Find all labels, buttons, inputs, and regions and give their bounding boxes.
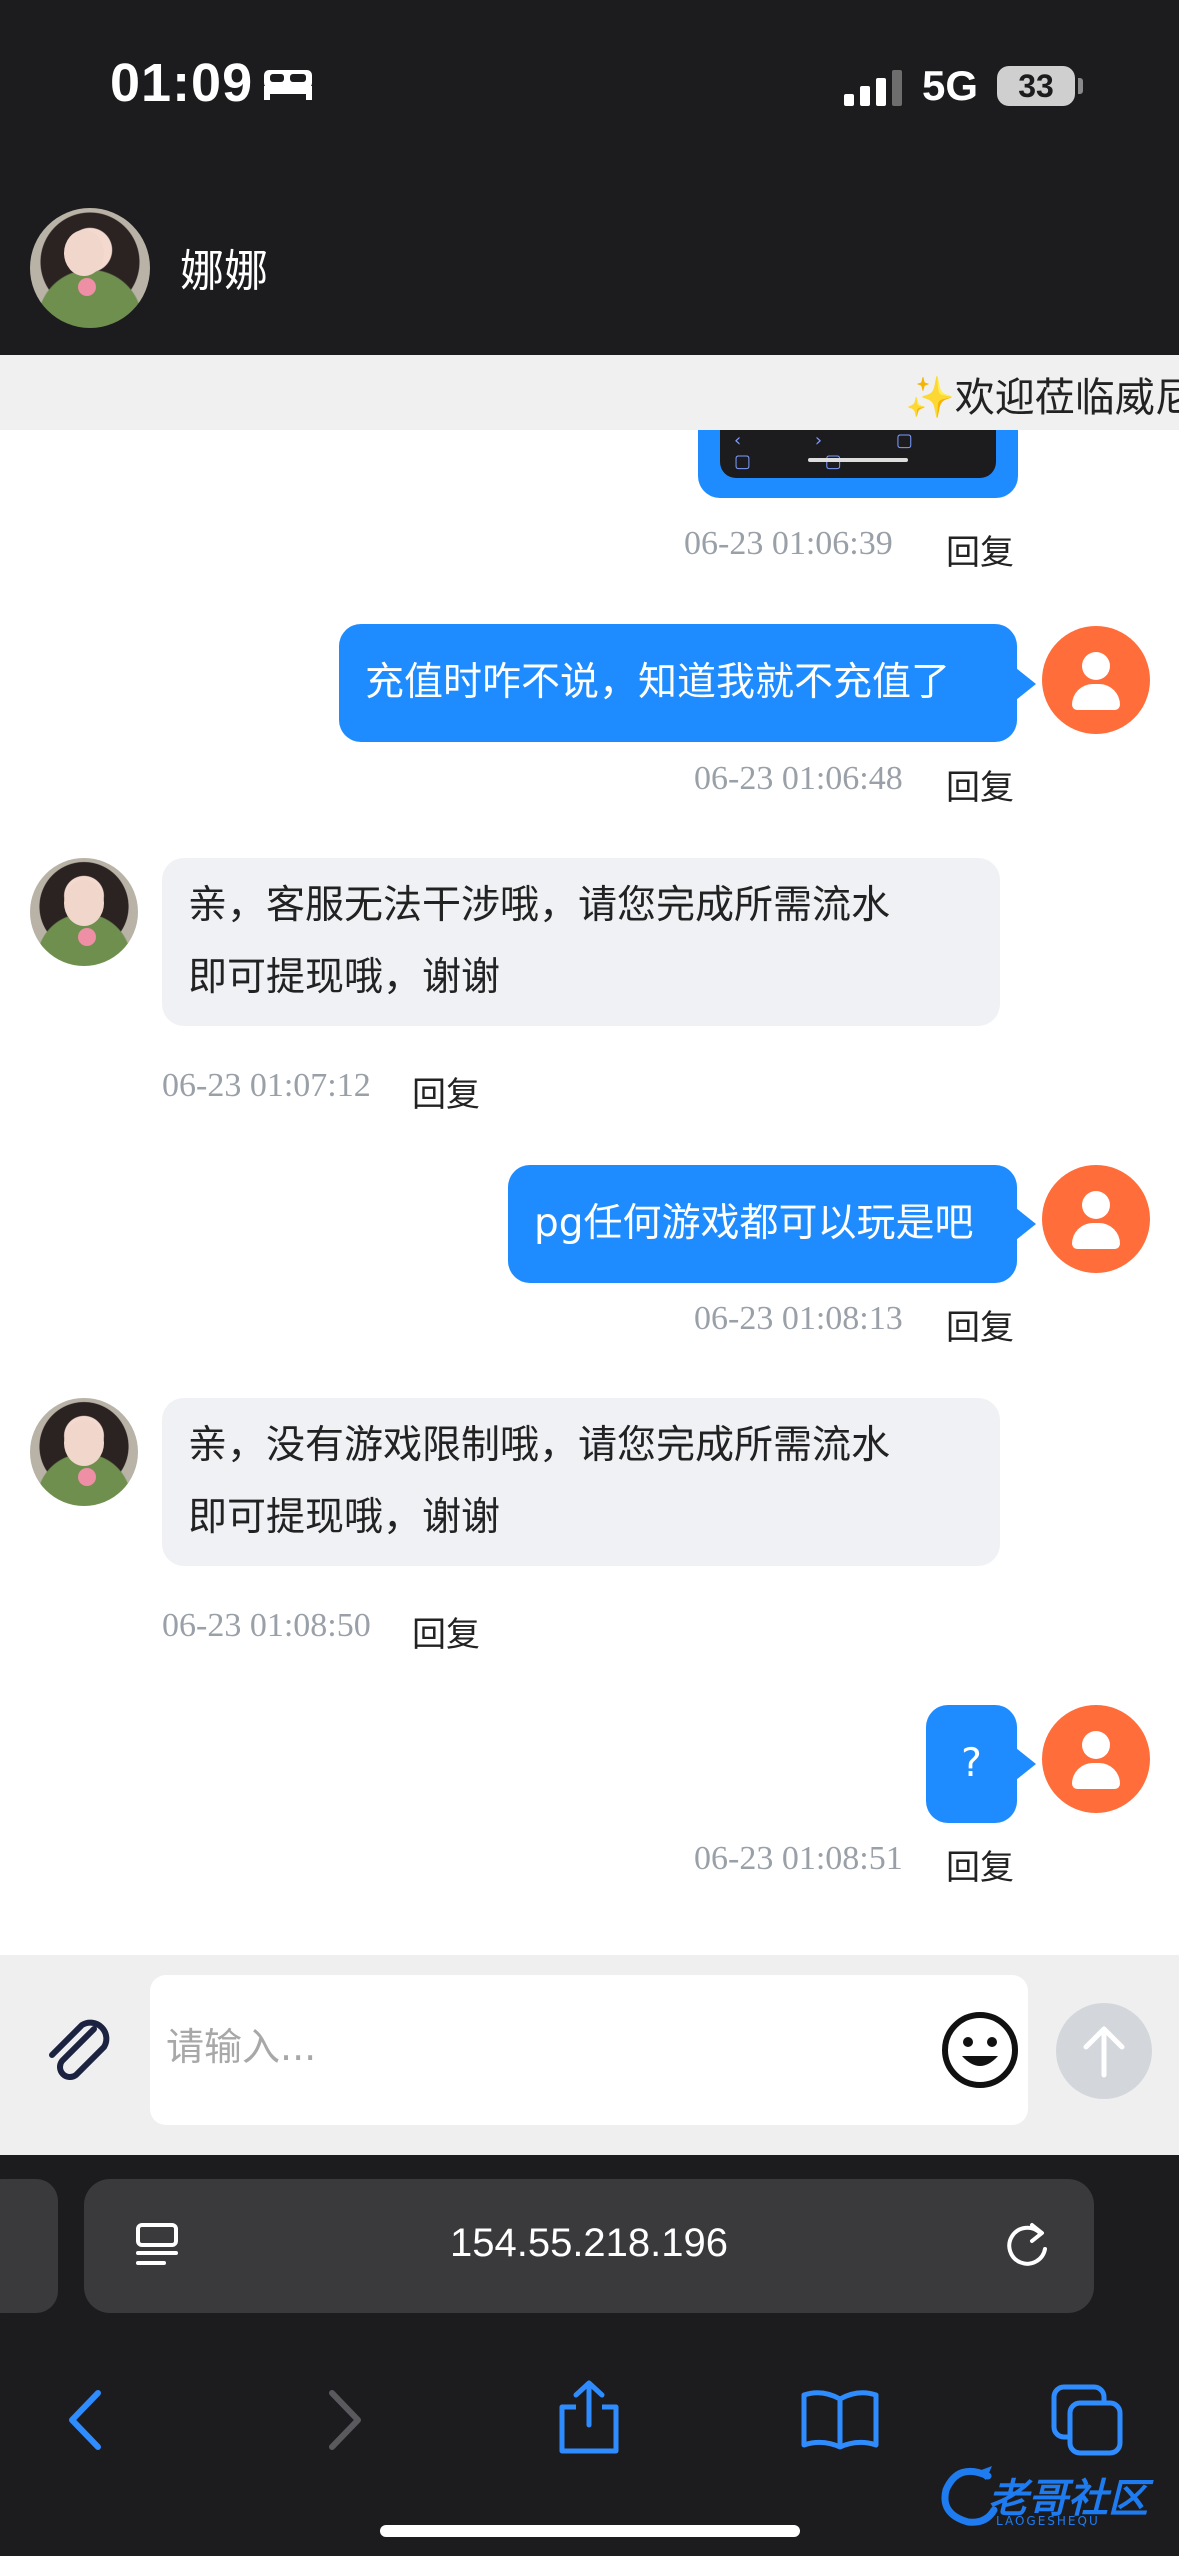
user-avatar[interactable] xyxy=(1042,626,1150,734)
message-timestamp: 06-23 01:06:39 xyxy=(684,525,893,562)
forward-icon[interactable] xyxy=(318,2385,368,2455)
bubble-tail xyxy=(1016,668,1036,700)
home-indicator[interactable] xyxy=(380,2525,800,2537)
message-timestamp: 06-23 01:07:12 xyxy=(162,1067,371,1104)
outgoing-message[interactable]: pg任何游戏都可以玩是吧 xyxy=(508,1165,1017,1283)
signal-icon xyxy=(844,70,902,106)
message-list[interactable]: ‹ › ▢ ▢ ▢ 06-23 01:06:39 回复 充值时咋不说，知道我就不… xyxy=(0,430,1179,1955)
contact-name: 娜娜 xyxy=(180,246,268,297)
message-timestamp: 06-23 01:08:51 xyxy=(694,1840,903,1877)
announcement-marquee: ✨欢迎莅临威尼 xyxy=(0,355,1179,430)
message-input-box[interactable] xyxy=(150,1975,1028,2125)
arrow-up-icon xyxy=(1083,2026,1125,2078)
user-avatar[interactable] xyxy=(1042,1705,1150,1813)
contact-avatar[interactable] xyxy=(30,858,138,966)
share-icon[interactable] xyxy=(554,2377,624,2457)
clock: 01:09 xyxy=(110,53,254,113)
bookmarks-icon[interactable] xyxy=(800,2387,880,2453)
reply-button[interactable]: 回复 xyxy=(412,1607,480,1656)
emoji-icon[interactable] xyxy=(940,2010,1020,2090)
message-timestamp: 06-23 01:08:13 xyxy=(694,1300,903,1337)
battery-cap xyxy=(1078,78,1083,94)
message-timestamp: 06-23 01:06:48 xyxy=(694,760,903,797)
message-text: 充值时咋不说，知道我就不充值了 xyxy=(365,660,951,705)
url-text: 154.55.218.196 xyxy=(449,2221,729,2265)
message-text-line: 亲，客服无法干涉哦，请您完成所需流水 xyxy=(188,883,891,928)
contact-avatar[interactable] xyxy=(30,1398,138,1506)
message-input[interactable] xyxy=(164,2011,904,2083)
battery-icon: 33 xyxy=(997,66,1075,106)
contact-avatar[interactable] xyxy=(30,208,150,328)
composer xyxy=(0,1955,1179,2155)
bubble-tail xyxy=(1016,1748,1036,1780)
reply-button[interactable]: 回复 xyxy=(946,1840,1014,1889)
browser-chrome: 154.55.218.196 老哥社区 LAOGESHEQU xyxy=(0,2155,1179,2556)
message-timestamp: 06-23 01:08:50 xyxy=(162,1607,371,1644)
back-icon[interactable] xyxy=(62,2385,112,2455)
bubble-tail xyxy=(1016,1208,1036,1240)
reply-button[interactable]: 回复 xyxy=(412,1067,480,1116)
previous-tab-peek[interactable] xyxy=(0,2179,58,2313)
outgoing-message[interactable]: 充值时咋不说，知道我就不充值了 xyxy=(339,624,1017,742)
message-text-line: 亲，没有游戏限制哦，请您完成所需流水 xyxy=(188,1423,891,1468)
reply-button[interactable]: 回复 xyxy=(946,760,1014,809)
outgoing-message[interactable]: ? xyxy=(926,1705,1017,1823)
announcement-text: ✨欢迎莅临威尼 xyxy=(905,375,1179,421)
image-message[interactable]: ‹ › ▢ ▢ ▢ xyxy=(698,430,1018,498)
attachment-icon[interactable] xyxy=(36,2007,116,2087)
incoming-message[interactable]: 亲，客服无法干涉哦，请您完成所需流水 即可提现哦，谢谢 xyxy=(162,858,1000,1026)
watermark-logo: 老哥社区 LAOGESHEQU xyxy=(938,2460,1168,2530)
message-text: pg任何游戏都可以玩是吧 xyxy=(534,1201,974,1246)
tabs-icon[interactable] xyxy=(1050,2383,1126,2459)
message-text: ? xyxy=(961,1741,982,1786)
incoming-message[interactable]: 亲，没有游戏限制哦，请您完成所需流水 即可提现哦，谢谢 xyxy=(162,1398,1000,1566)
reply-button[interactable]: 回复 xyxy=(946,525,1014,574)
network-type: 5G xyxy=(922,62,979,109)
chat-header: 娜娜 xyxy=(0,175,1179,355)
user-avatar[interactable] xyxy=(1042,1165,1150,1273)
send-button[interactable] xyxy=(1056,2003,1152,2099)
message-text-line: 即可提现哦，谢谢 xyxy=(188,1495,501,1540)
bed-icon xyxy=(264,70,312,100)
address-bar[interactable]: 154.55.218.196 xyxy=(84,2179,1094,2313)
reply-button[interactable]: 回复 xyxy=(946,1300,1014,1349)
status-bar: 01:09 5G 33 xyxy=(0,0,1179,175)
reload-icon[interactable] xyxy=(1000,2219,1054,2273)
watermark-subtext: LAOGESHEQU xyxy=(996,2514,1100,2528)
message-text-line: 即可提现哦，谢谢 xyxy=(188,955,501,1000)
